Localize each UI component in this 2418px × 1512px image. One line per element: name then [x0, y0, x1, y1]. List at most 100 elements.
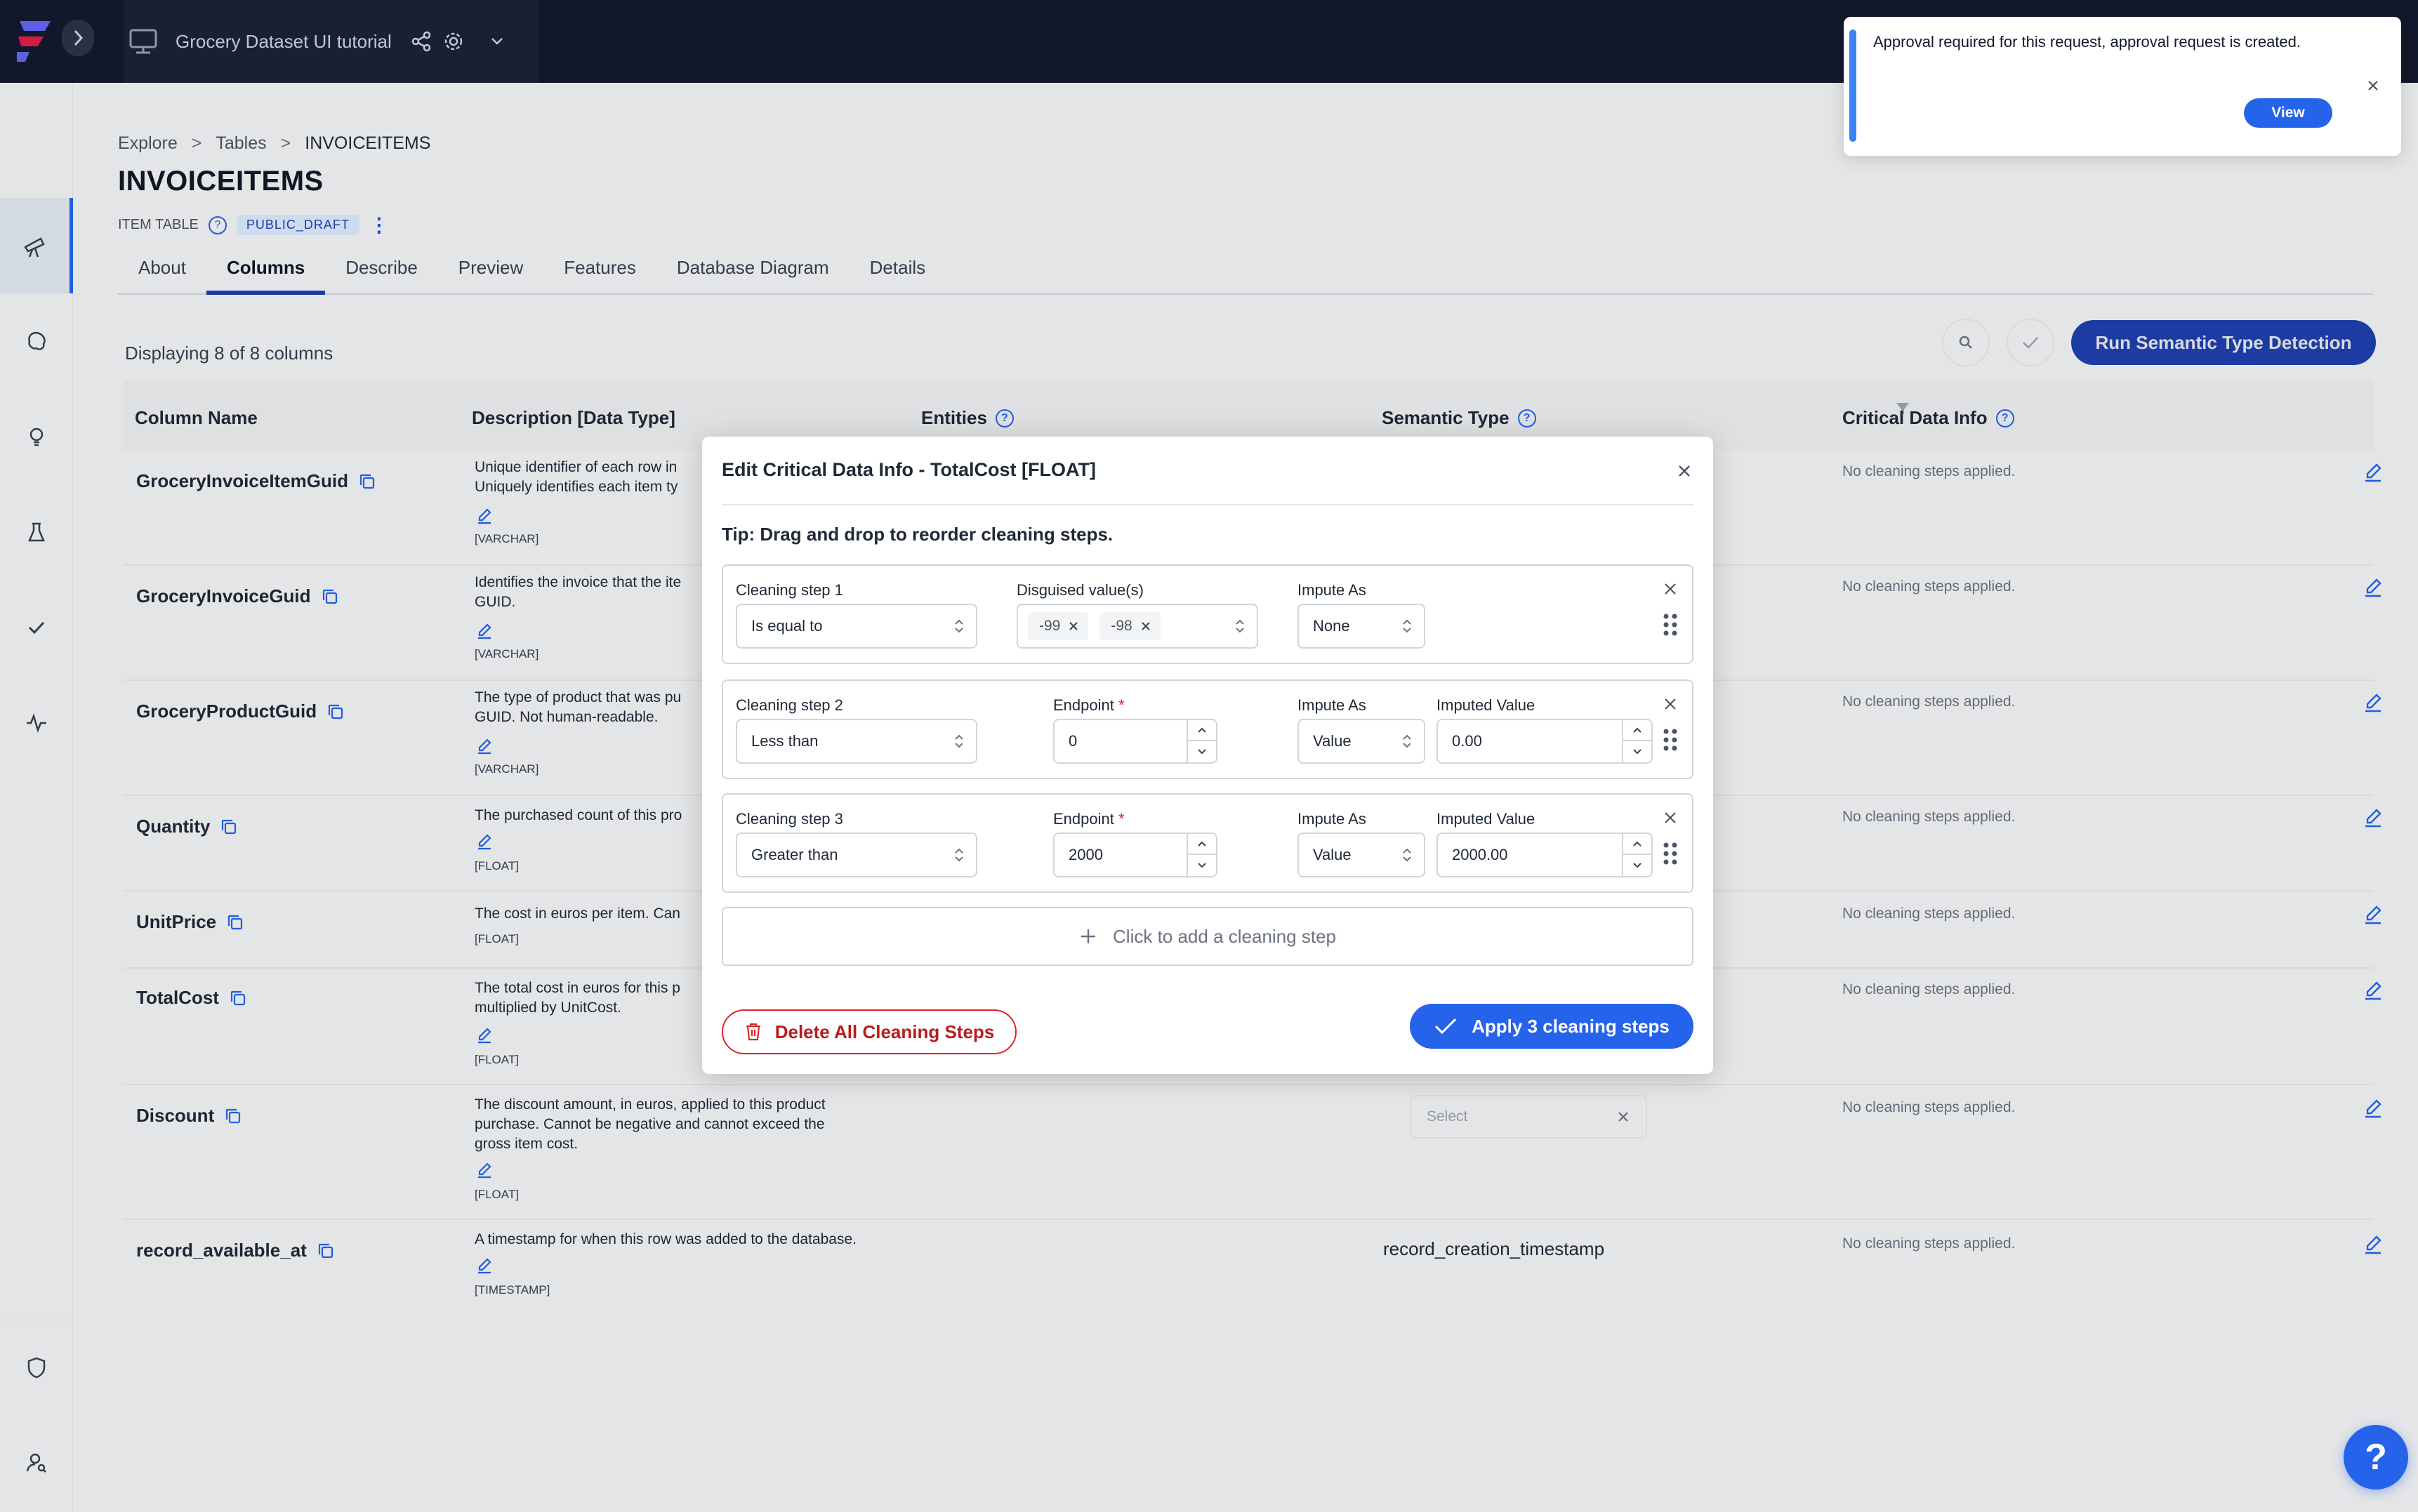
endpoint-input[interactable]: 2000: [1053, 833, 1217, 877]
rail-item-knowledge[interactable]: [0, 293, 73, 389]
apply-steps-button[interactable]: Apply 3 cleaning steps: [1410, 1004, 1693, 1049]
drag-handle-icon[interactable]: [1661, 612, 1679, 637]
rail-item-experiment[interactable]: [0, 484, 73, 580]
edit-icon[interactable]: [2362, 807, 2384, 830]
chevron-up-icon[interactable]: [1196, 726, 1208, 734]
tab-preview[interactable]: Preview: [438, 248, 543, 295]
copy-icon[interactable]: [317, 1242, 335, 1260]
impute-as-select[interactable]: Value: [1297, 833, 1425, 877]
copy-icon[interactable]: [224, 1107, 242, 1125]
column-description: A timestamp for when this row was added …: [475, 1231, 857, 1247]
rail-item-explore[interactable]: [0, 198, 73, 293]
edit-description-icon[interactable]: [475, 622, 494, 642]
impute-as-select[interactable]: Value: [1297, 719, 1425, 764]
copy-icon[interactable]: [326, 703, 345, 721]
edit-icon[interactable]: [2362, 904, 2384, 927]
rail-item-monitor[interactable]: [0, 675, 73, 771]
copy-icon[interactable]: [226, 913, 244, 931]
edit-description-icon[interactable]: [475, 1161, 494, 1181]
copy-icon[interactable]: [321, 588, 339, 606]
tab-about[interactable]: About: [118, 248, 206, 295]
help-button[interactable]: ?: [2344, 1425, 2408, 1490]
edit-icon[interactable]: [2362, 980, 2384, 1002]
remove-step-icon[interactable]: [1661, 809, 1679, 827]
edit-description-icon[interactable]: [475, 737, 494, 757]
number-stepper[interactable]: [1622, 834, 1651, 876]
remove-chip-icon[interactable]: [1139, 620, 1152, 632]
edit-description-icon[interactable]: [475, 507, 494, 526]
edit-icon[interactable]: [2362, 1098, 2384, 1120]
breadcrumb-tables[interactable]: Tables: [216, 133, 266, 154]
tab-database-diagram[interactable]: Database Diagram: [656, 248, 850, 295]
rail-item-ideation[interactable]: [0, 389, 73, 484]
imputed-value-input[interactable]: 2000.00: [1436, 833, 1653, 877]
delete-all-steps-button[interactable]: Delete All Cleaning Steps: [722, 1009, 1017, 1054]
chevron-down-icon[interactable]: [486, 30, 508, 53]
brand-logo[interactable]: [14, 15, 59, 66]
data-type: [FLOAT]: [475, 932, 519, 946]
close-icon[interactable]: [2365, 77, 2381, 94]
run-semantic-detection-button[interactable]: Run Semantic Type Detection: [2071, 320, 2376, 365]
chevron-down-icon[interactable]: [1632, 748, 1643, 756]
share-icon[interactable]: [410, 30, 432, 53]
copy-icon[interactable]: [220, 818, 238, 836]
step-type-select[interactable]: Is equal to: [736, 604, 977, 649]
number-stepper[interactable]: [1187, 834, 1216, 876]
tab-describe[interactable]: Describe: [325, 248, 438, 295]
semantic-type-select[interactable]: Select: [1410, 1095, 1647, 1139]
close-icon[interactable]: [1674, 460, 1695, 482]
edit-icon[interactable]: [2362, 692, 2384, 715]
sort-arrows-icon: [955, 848, 963, 862]
step-type-select[interactable]: Less than: [736, 719, 977, 764]
confirm-button[interactable]: [2007, 319, 2054, 366]
endpoint-input[interactable]: 0: [1053, 719, 1217, 764]
edit-description-icon[interactable]: [475, 1026, 494, 1046]
number-stepper[interactable]: [1622, 720, 1651, 762]
step-type-select[interactable]: Greater than: [736, 833, 977, 877]
edit-description-icon[interactable]: [475, 833, 494, 852]
remove-step-icon[interactable]: [1661, 580, 1679, 598]
drag-handle-icon[interactable]: [1661, 841, 1679, 866]
help-icon[interactable]: ?: [995, 409, 1014, 427]
clear-icon[interactable]: [1616, 1110, 1630, 1124]
imputed-value-input[interactable]: 0.00: [1436, 719, 1653, 764]
toast-view-button[interactable]: View: [2244, 98, 2332, 128]
chevron-up-icon[interactable]: [1632, 726, 1643, 734]
help-icon[interactable]: ?: [1517, 409, 1536, 427]
rail-item-user[interactable]: [0, 1415, 73, 1511]
edit-icon[interactable]: [2362, 462, 2384, 484]
add-cleaning-step-button[interactable]: Click to add a cleaning step: [722, 907, 1693, 966]
edit-description-icon[interactable]: [475, 1256, 494, 1276]
number-stepper[interactable]: [1187, 720, 1216, 762]
left-rail: [0, 83, 73, 1512]
project-selector[interactable]: Grocery Dataset UI tutorial: [124, 0, 538, 83]
edit-icon[interactable]: [2362, 1234, 2384, 1256]
edit-icon[interactable]: [2362, 577, 2384, 599]
copy-icon[interactable]: [358, 472, 376, 491]
rail-item-admin[interactable]: [0, 1320, 73, 1415]
rail-item-approval[interactable]: [0, 580, 73, 675]
value-chip: -99: [1028, 612, 1089, 640]
remove-chip-icon[interactable]: [1067, 620, 1080, 632]
search-button[interactable]: [1942, 319, 1990, 366]
more-options-icon[interactable]: ⋮: [369, 213, 389, 237]
breadcrumb-explore[interactable]: Explore: [118, 133, 178, 154]
column-name: GroceryInvoiceItemGuid: [136, 470, 376, 492]
disguised-values-input[interactable]: -99 -98: [1017, 604, 1258, 649]
chevron-up-icon[interactable]: [1632, 840, 1643, 848]
tab-details[interactable]: Details: [850, 248, 946, 295]
chevron-down-icon[interactable]: [1196, 861, 1208, 870]
drag-handle-icon[interactable]: [1661, 727, 1679, 752]
gear-icon[interactable]: [442, 30, 465, 53]
tab-features[interactable]: Features: [543, 248, 656, 295]
chevron-down-icon[interactable]: [1196, 748, 1208, 756]
remove-step-icon[interactable]: [1661, 695, 1679, 713]
copy-icon[interactable]: [229, 989, 247, 1007]
help-icon[interactable]: ?: [1995, 409, 2014, 427]
chevron-up-icon[interactable]: [1196, 840, 1208, 848]
chevron-down-icon[interactable]: [1632, 861, 1643, 870]
impute-as-select[interactable]: None: [1297, 604, 1425, 649]
tab-columns[interactable]: Columns: [206, 248, 326, 295]
sidebar-expand-button[interactable]: [62, 20, 94, 56]
help-icon[interactable]: ?: [208, 215, 227, 234]
